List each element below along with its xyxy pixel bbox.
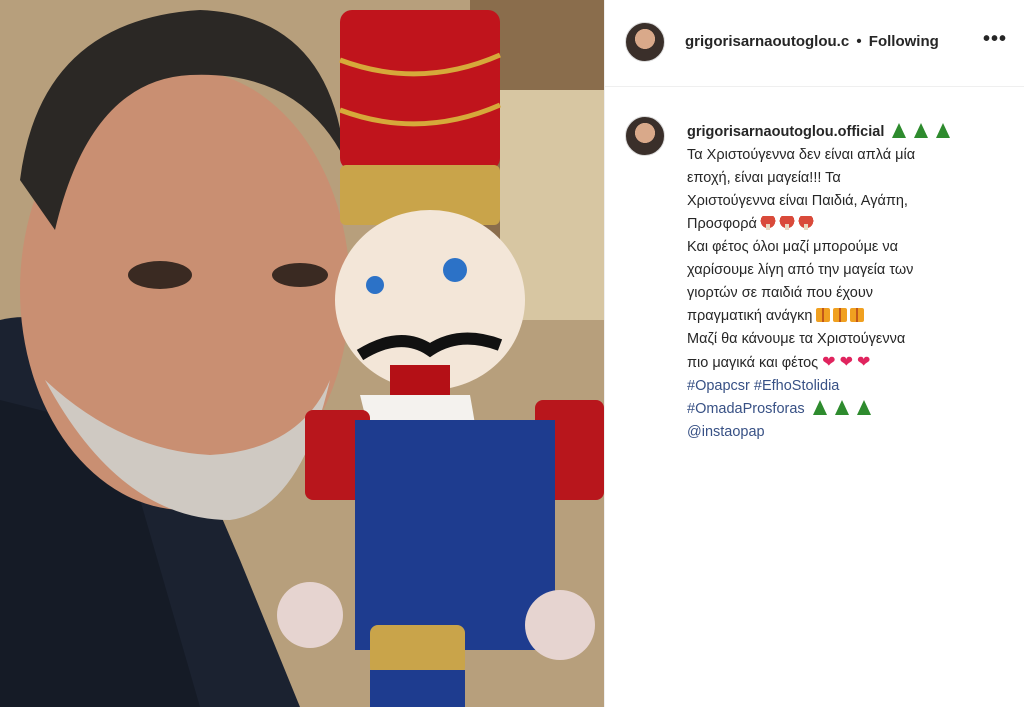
red-heart-icon: ❤ — [839, 354, 853, 371]
photo-illustration — [0, 0, 604, 707]
hashtag-link[interactable]: #OmadaProsforas — [687, 401, 805, 417]
caption-line-with-icons: πραγματική ανάγκη — [687, 305, 1007, 328]
gift-icon — [815, 308, 830, 322]
christmas-tree-icon — [812, 400, 827, 415]
christmas-tree-icon — [856, 400, 871, 415]
mention-row: @instaopap — [687, 421, 1007, 444]
mushroom-icon — [797, 216, 814, 230]
caption-line: εποχή, είναι μαγεία!!! Τα — [687, 170, 841, 186]
hashtag-link[interactable]: #EfhoStolidia — [754, 378, 839, 394]
christmas-tree-icon — [914, 123, 929, 138]
caption-line-with-icons: Προσφορά — [687, 213, 1007, 236]
header-separator: • — [856, 33, 862, 50]
caption-line: Προσφορά — [687, 216, 757, 232]
header-username[interactable]: grigorisarnaoutoglou.c — [685, 33, 849, 50]
caption-line: Μαζί θα κάνουμε τα Χριστούγεννα — [687, 331, 906, 347]
caption-line: Χριστούγεννα είναι Παιδιά, Αγάπη, — [687, 193, 908, 209]
profile-avatar[interactable] — [625, 22, 665, 62]
red-heart-icon: ❤ — [856, 354, 871, 371]
hashtag-row: #OmadaProsforas — [687, 398, 1007, 421]
caption-text: grigorisarnaoutoglou.official Τα Χριστού… — [687, 121, 1007, 444]
christmas-tree-icon — [892, 123, 907, 138]
post-photo[interactable] — [0, 0, 604, 707]
gift-icon — [849, 308, 864, 322]
gift-icon — [832, 308, 847, 322]
caption-line: Τα Χριστούγεννα δεν είναι απλά μία — [687, 147, 916, 163]
caption-avatar[interactable] — [625, 116, 665, 156]
caption-line: πραγματική ανάγκη — [687, 308, 813, 324]
red-heart-icon: ❤ — [822, 354, 836, 371]
caption-line: πιο μαγικά και φέτος — [687, 355, 819, 371]
caption-username[interactable]: grigorisarnaoutoglou.official — [687, 124, 884, 140]
header-username-row: grigorisarnaoutoglou.c • Following — [685, 33, 939, 50]
mushroom-icon — [778, 216, 795, 230]
caption-line-with-icons: πιο μαγικά και φέτος ❤ ❤ ❤ — [687, 351, 1007, 375]
caption-line: χαρίσουμε λίγη από την μαγεία των — [687, 262, 914, 278]
christmas-tree-icon — [936, 123, 951, 138]
post-side-panel: grigorisarnaoutoglou.c • Following ••• g… — [604, 0, 1024, 707]
hashtag-link[interactable]: #Opapcsr — [687, 378, 750, 394]
post-header: grigorisarnaoutoglou.c • Following ••• — [605, 0, 1024, 87]
caption-line: Και φέτος όλοι μαζί μπορούμε να — [687, 239, 899, 255]
caption-line: γιορτών σε παιδιά που έχουν — [687, 285, 874, 301]
christmas-tree-icon — [834, 400, 849, 415]
mention-link[interactable]: @instaopap — [687, 424, 765, 440]
caption-line-0: grigorisarnaoutoglou.official — [687, 121, 1007, 144]
following-button[interactable]: Following — [869, 33, 939, 50]
more-options-icon[interactable]: ••• — [983, 28, 1007, 51]
hashtag-row: #Opapcsr #EfhoStolidia — [687, 375, 1007, 398]
mushroom-icon — [759, 216, 776, 230]
